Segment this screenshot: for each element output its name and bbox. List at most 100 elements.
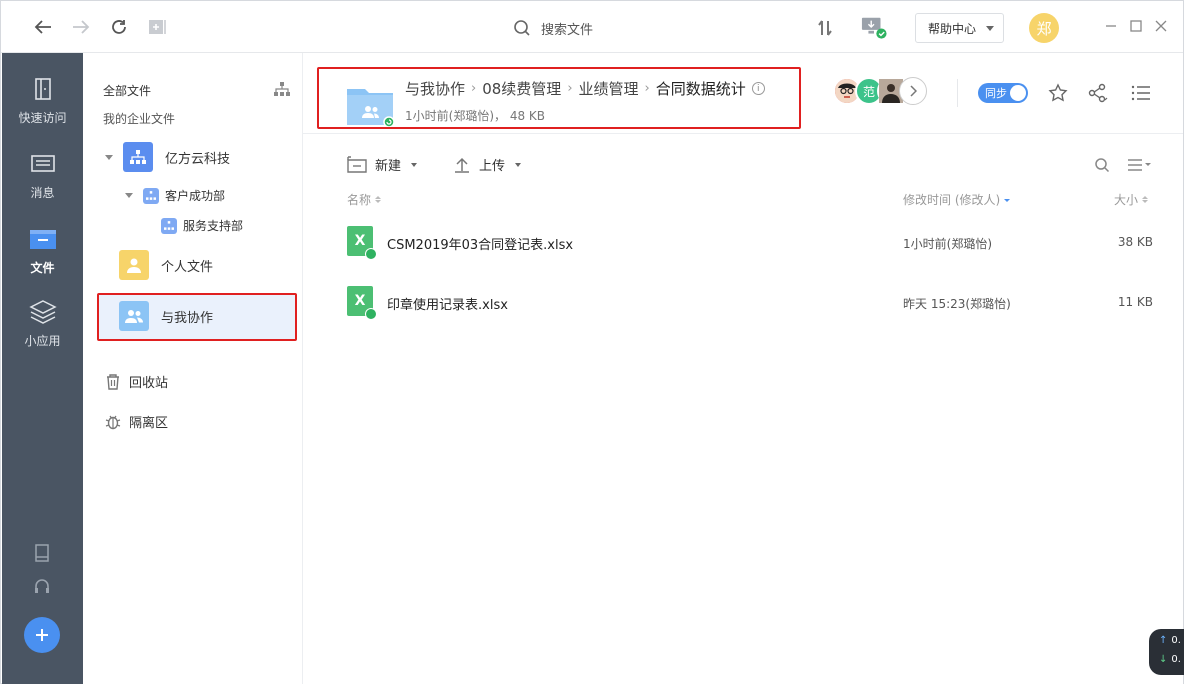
breadcrumb-item[interactable]: 08续费管理 xyxy=(482,78,561,99)
file-modified: 昨天 15:23(郑璐怡) xyxy=(903,297,1011,311)
shared-with-me-row[interactable]: 与我协作 xyxy=(119,301,213,331)
left-rail: 快速访问 消息 文件 小应用 xyxy=(2,53,83,684)
rail-label: 文件 xyxy=(30,261,55,275)
tree-item-label: 亿方云科技 xyxy=(165,151,231,167)
add-tab-button[interactable] xyxy=(145,15,169,39)
caret-down-icon[interactable] xyxy=(125,193,133,198)
sync-toggle[interactable]: 同步 xyxy=(978,83,1028,103)
sort-icon xyxy=(375,196,382,203)
tree-item-customer-success[interactable]: 客户成功部 xyxy=(125,187,225,204)
shared-folder-icon xyxy=(347,85,395,131)
user-avatar[interactable]: 郑 xyxy=(1029,13,1059,43)
download-speed: ↓ 0. xyxy=(1159,654,1181,665)
new-button[interactable]: 新建 xyxy=(347,155,418,174)
org-chart-button[interactable] xyxy=(273,81,291,101)
main-panel: 与我协作 › 08续费管理 › 业绩管理 › 合同数据统计 i 1小时前(郑璐怡… xyxy=(303,53,1183,684)
all-files-link[interactable]: 全部文件 xyxy=(103,82,151,99)
quarantine-item[interactable]: 隔离区 xyxy=(105,412,168,431)
upload-label: 上传 xyxy=(479,159,506,174)
share-icon xyxy=(1088,83,1108,103)
file-size: 11 KB xyxy=(1117,295,1153,309)
new-window-icon xyxy=(149,20,166,34)
divider xyxy=(957,79,958,107)
arrow-left-icon xyxy=(34,20,51,34)
favorite-button[interactable] xyxy=(1046,81,1070,105)
speed-value: 0. xyxy=(1171,635,1181,646)
upload-button[interactable]: 上传 xyxy=(453,155,522,174)
search-box[interactable]: 搜索文件 xyxy=(513,15,593,41)
column-label: 修改时间 (修改人) xyxy=(903,193,1001,207)
rail-device-button[interactable] xyxy=(32,543,52,563)
rail-item-quick-access[interactable]: 快速访问 xyxy=(2,75,83,139)
tree-item-company[interactable]: 亿方云科技 xyxy=(105,142,230,172)
info-icon[interactable]: i xyxy=(751,82,765,95)
back-button[interactable] xyxy=(31,15,55,39)
rail-item-files[interactable]: 文件 xyxy=(2,225,83,289)
chevron-right-icon: › xyxy=(567,81,573,96)
sync-badge-icon xyxy=(365,248,377,260)
view-mode-button[interactable] xyxy=(1125,153,1155,177)
close-icon xyxy=(1155,20,1167,32)
folder-header: 与我协作 › 08续费管理 › 业绩管理 › 合同数据统计 i 1小时前(郑璐怡… xyxy=(317,67,801,129)
rail-item-apps[interactable]: 小应用 xyxy=(2,298,83,362)
bug-icon xyxy=(105,415,121,429)
sync-status-button[interactable] xyxy=(861,15,887,41)
breadcrumb-item[interactable]: 业绩管理 xyxy=(579,78,639,99)
column-header-size[interactable]: 大小 xyxy=(1114,191,1149,208)
chevron-right-icon: › xyxy=(644,81,650,96)
breadcrumb-item[interactable]: 与我协作 xyxy=(405,78,465,99)
monitor-sync-icon xyxy=(861,17,887,39)
refresh-icon xyxy=(112,20,126,34)
tree-item-service-support[interactable]: 服务支持部 xyxy=(161,217,243,234)
caret-down-icon[interactable] xyxy=(105,154,113,160)
share-button[interactable] xyxy=(1086,81,1110,105)
table-row[interactable]: X CSM2019年03合同登记表.xlsx 1小时前(郑璐怡) 38 KB xyxy=(333,213,1163,273)
column-label: 大小 xyxy=(1114,193,1139,207)
file-sidebar: 全部文件 我的企业文件 亿方云科技 客户成功部 服务支持部 个人文件 与我协作 … xyxy=(83,53,303,684)
add-button[interactable] xyxy=(24,617,60,653)
chevron-right-icon: › xyxy=(471,81,477,96)
chevron-down-icon xyxy=(411,162,418,167)
enterprise-files-label: 我的企业文件 xyxy=(103,112,176,126)
quick-access-icon xyxy=(34,78,51,100)
table-row[interactable]: X 印章使用记录表.xlsx 昨天 15:23(郑璐怡) 11 KB xyxy=(333,273,1163,333)
divider xyxy=(303,133,1183,134)
plus-icon xyxy=(36,629,48,641)
maximize-icon xyxy=(1130,20,1142,32)
new-label: 新建 xyxy=(375,159,402,174)
search-placeholder: 搜索文件 xyxy=(541,22,594,38)
refresh-button[interactable] xyxy=(107,15,131,39)
close-button[interactable] xyxy=(1153,18,1169,34)
maximize-button[interactable] xyxy=(1128,18,1144,34)
transfer-icon xyxy=(818,20,832,36)
rail-support-button[interactable] xyxy=(32,577,52,597)
chevron-right-icon xyxy=(910,85,917,97)
transfer-button[interactable] xyxy=(812,15,838,41)
file-name[interactable]: 印章使用记录表.xlsx xyxy=(387,294,508,313)
transfer-speed-widget[interactable]: ↑ 0. ↓ 0. xyxy=(1149,629,1184,675)
upload-speed: ↑ 0. xyxy=(1159,635,1181,646)
forward-button[interactable] xyxy=(69,15,93,39)
file-name[interactable]: CSM2019年03合同登记表.xlsx xyxy=(387,234,573,253)
member-avatars[interactable]: 范 xyxy=(833,77,927,105)
column-header-name[interactable]: 名称 xyxy=(347,191,382,208)
search-icon xyxy=(1095,158,1110,173)
search-files-button[interactable] xyxy=(1090,153,1114,177)
minimize-button[interactable] xyxy=(1103,18,1119,34)
rail-item-messages[interactable]: 消息 xyxy=(2,150,83,214)
folder-meta: 1小时前(郑璐怡)， 48 KB xyxy=(405,109,545,123)
column-header-modified[interactable]: 修改时间 (修改人) xyxy=(903,191,1011,208)
personal-files-item[interactable]: 个人文件 xyxy=(119,250,213,280)
recycle-bin-item[interactable]: 回收站 xyxy=(105,372,168,391)
more-members-button[interactable] xyxy=(899,77,927,105)
collaborators-icon xyxy=(119,301,149,331)
tree-item-label: 服务支持部 xyxy=(183,219,244,233)
help-center-dropdown[interactable]: 帮助中心 xyxy=(915,13,1004,43)
arrow-up-icon: ↑ xyxy=(1159,635,1168,646)
details-button[interactable] xyxy=(1129,81,1153,105)
chevron-down-icon xyxy=(986,26,994,31)
tree-item-label: 客户成功部 xyxy=(165,189,226,203)
list-view-icon xyxy=(1128,159,1151,171)
dept-icon xyxy=(143,187,159,204)
upload-icon xyxy=(455,157,469,173)
